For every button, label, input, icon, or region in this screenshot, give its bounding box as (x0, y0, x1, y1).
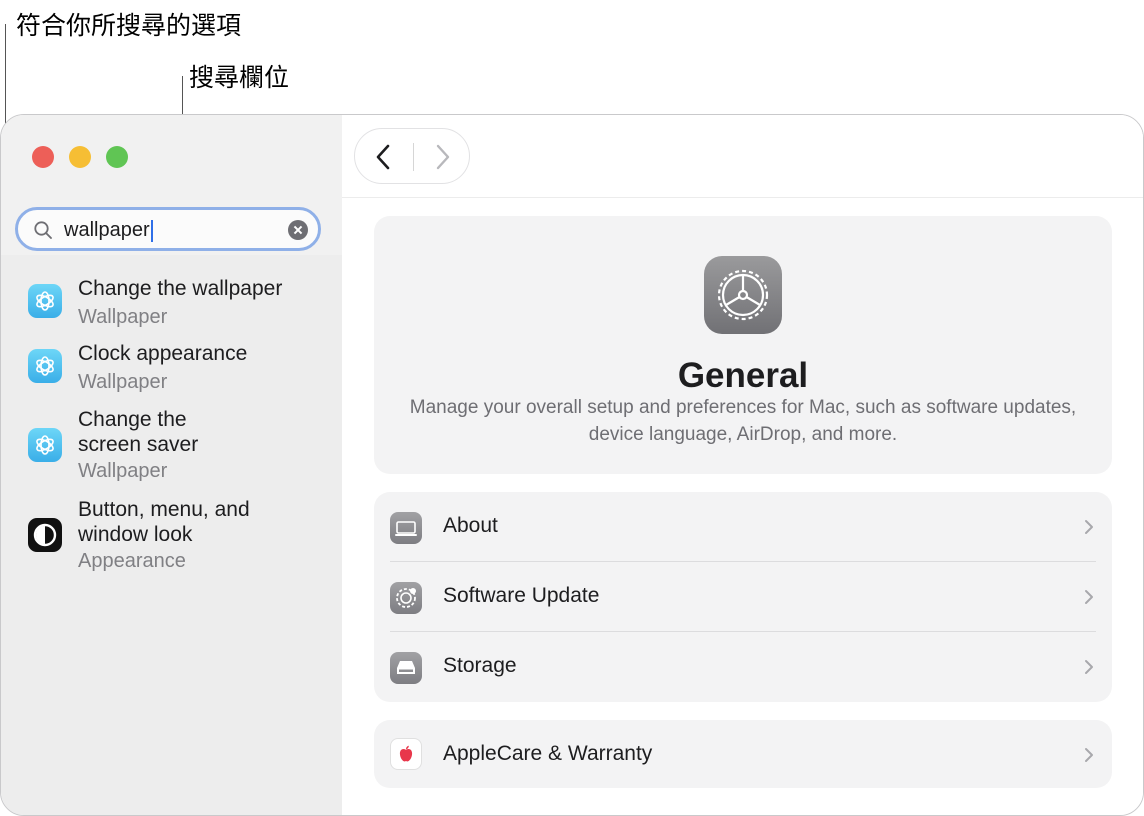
close-window-button[interactable] (32, 146, 54, 168)
software-update-gear-icon (390, 582, 422, 614)
search-input[interactable]: wallpaper (64, 219, 153, 242)
laptop-icon (390, 512, 422, 544)
zoom-window-button[interactable] (106, 146, 128, 168)
chevron-right-icon (1085, 660, 1093, 674)
general-gear-icon (704, 256, 782, 334)
settings-row-about[interactable]: About (390, 492, 1096, 562)
navigation-buttons (354, 128, 470, 184)
result-category: Wallpaper (78, 306, 168, 328)
page-description-line-1: Manage your overall setup and preference… (409, 397, 1077, 418)
back-button[interactable] (355, 129, 412, 185)
row-label: AppleCare & Warranty (443, 742, 653, 765)
row-label: Software Update (443, 584, 600, 607)
search-icon (34, 221, 52, 239)
main-content: General Manage your overall setup and pr… (342, 115, 1143, 815)
chevron-right-icon (1085, 748, 1093, 762)
result-category: Wallpaper (78, 460, 168, 482)
result-title-line-1: Change the (78, 408, 187, 431)
chevron-left-icon (376, 144, 390, 170)
wallpaper-flower-icon (28, 428, 62, 462)
result-title: Clock appearance (78, 342, 248, 365)
search-result-change-screen-saver[interactable]: Change the screen saver Wallpaper (28, 407, 318, 482)
storage-drive-icon (390, 652, 422, 684)
appearance-icon (28, 518, 62, 552)
callout-matching-results: 符合你所搜尋的選項 (16, 12, 242, 40)
wallpaper-flower-icon (28, 284, 62, 318)
chevron-right-icon (1085, 590, 1093, 604)
toolbar (342, 115, 1143, 198)
result-category: Wallpaper (78, 371, 168, 393)
clear-search-icon[interactable] (288, 220, 308, 240)
sidebar: wallpaper Change the wallpaper Wallpaper… (1, 115, 342, 815)
settings-row-applecare[interactable]: AppleCare & Warranty (390, 720, 1096, 788)
system-settings-window: wallpaper Change the wallpaper Wallpaper… (0, 114, 1144, 816)
result-title-line-1: Button, menu, and (78, 498, 250, 521)
result-title-line-2: screen saver (78, 433, 199, 456)
minimize-window-button[interactable] (69, 146, 91, 168)
row-label: Storage (443, 654, 517, 677)
row-label: About (443, 514, 498, 537)
general-header-card: General Manage your overall setup and pr… (374, 216, 1112, 474)
settings-row-software-update[interactable]: Software Update (390, 562, 1096, 632)
search-result-clock-appearance[interactable]: Clock appearance Wallpaper (28, 342, 318, 396)
wallpaper-flower-icon (28, 349, 62, 383)
search-result-change-wallpaper[interactable]: Change the wallpaper Wallpaper (28, 277, 318, 331)
forward-button[interactable] (414, 129, 471, 185)
page-description-line-2: device language, AirDrop, and more. (588, 424, 898, 445)
apple-logo-icon (390, 738, 422, 770)
text-caret (150, 219, 153, 242)
chevron-right-icon (1085, 520, 1093, 534)
result-category: Appearance (78, 550, 186, 572)
applecare-card: AppleCare & Warranty (374, 720, 1112, 788)
chevron-right-icon (436, 144, 450, 170)
settings-row-storage[interactable]: Storage (390, 632, 1096, 702)
search-input-text: wallpaper (64, 219, 150, 241)
page-description: Manage your overall setup and preference… (384, 394, 1102, 448)
result-title: Change the wallpaper (78, 277, 283, 300)
general-settings-list: About Software Update Storage (374, 492, 1112, 702)
result-title-line-2: window look (78, 523, 193, 546)
search-result-button-menu-window-look[interactable]: Button, menu, and window look Appearance (28, 497, 318, 572)
search-field[interactable]: wallpaper (15, 207, 321, 251)
page-title: General (677, 356, 809, 395)
callout-search-field: 搜尋欄位 (189, 64, 290, 92)
